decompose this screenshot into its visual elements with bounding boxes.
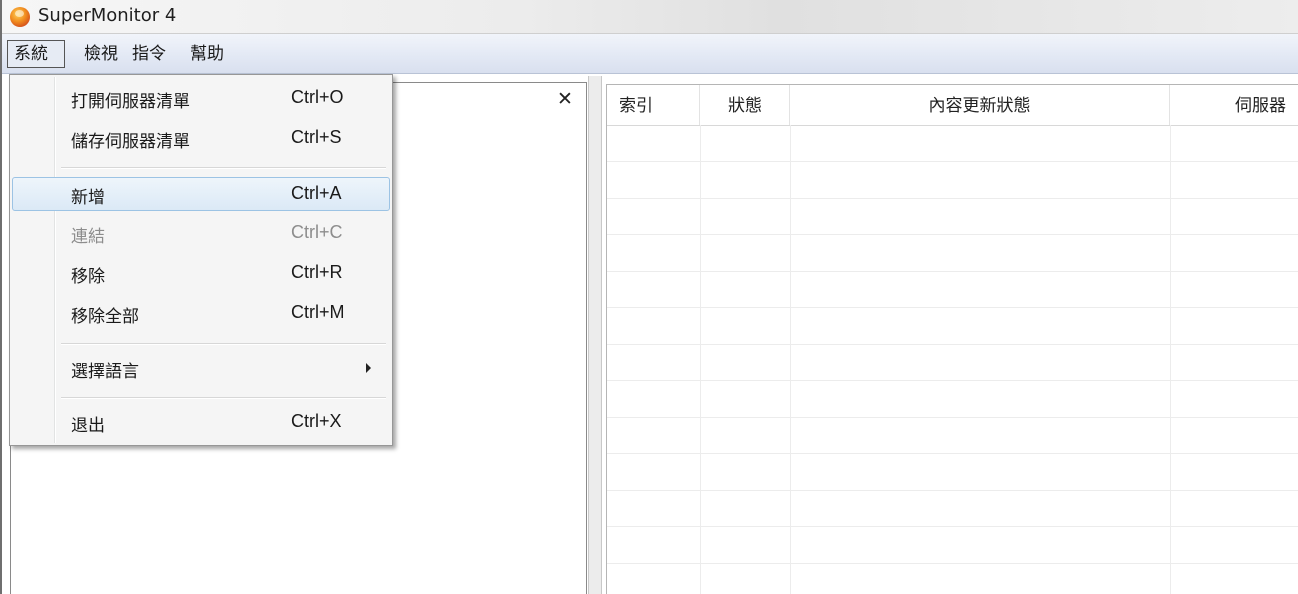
menu-item-label: 移除 [71, 267, 105, 287]
menu-separator [61, 397, 386, 399]
menu-item-connect: 連結 Ctrl+C [12, 216, 390, 250]
column-header-update-status[interactable]: 內容更新狀態 [790, 85, 1170, 125]
menu-item-shortcut: Ctrl+A [291, 183, 342, 203]
menu-item-label: 新增 [71, 188, 105, 208]
table-row-line [607, 234, 1298, 235]
menu-separator [61, 167, 386, 169]
table-header: 索引 狀態 內容更新狀態 伺服器 [607, 85, 1298, 126]
title-bar[interactable]: SuperMonitor 4 [2, 0, 1298, 34]
submenu-arrow-icon [366, 363, 371, 373]
table-row-line [607, 344, 1298, 345]
column-header-status[interactable]: 狀態 [700, 85, 790, 125]
table-row-line [607, 526, 1298, 527]
menu-item-shortcut: Ctrl+S [291, 127, 342, 147]
menu-item-label: 選擇語言 [71, 362, 139, 382]
app-logo-icon [10, 7, 30, 27]
table-row-line [607, 198, 1298, 199]
menu-item-shortcut: Ctrl+X [291, 411, 342, 431]
menu-item-shortcut: Ctrl+R [291, 262, 343, 282]
pane-splitter[interactable] [588, 76, 602, 594]
table-row-line [607, 453, 1298, 454]
menu-item-label: 儲存伺服器清單 [71, 132, 190, 152]
column-header-server[interactable]: 伺服器 [1170, 85, 1298, 125]
menu-item-remove[interactable]: 移除 Ctrl+R [12, 256, 390, 290]
table-row-line [607, 563, 1298, 564]
table-row-line [607, 380, 1298, 381]
table-row-line [607, 417, 1298, 418]
column-header-index[interactable]: 索引 [607, 85, 700, 125]
table-row-line [607, 161, 1298, 162]
menu-item-save-server-list[interactable]: 儲存伺服器清單 Ctrl+S [12, 121, 390, 155]
app-window: SuperMonitor 4 系統 檢視 指令 幫助 ✕ 索引 狀態 內容更新狀… [0, 0, 1298, 594]
menu-item-remove-all[interactable]: 移除全部 Ctrl+M [12, 296, 390, 330]
table-row-line [607, 307, 1298, 308]
menu-view[interactable]: 檢視 [79, 41, 123, 67]
menu-item-shortcut: Ctrl+C [291, 222, 343, 242]
table-row-line [607, 271, 1298, 272]
menu-item-exit[interactable]: 退出 Ctrl+X [12, 405, 390, 439]
window-title: SuperMonitor 4 [38, 5, 177, 26]
menu-item-select-language[interactable]: 選擇語言 [12, 351, 390, 385]
table-column-line [790, 125, 791, 594]
table-row-line [607, 490, 1298, 491]
server-status-table[interactable]: 索引 狀態 內容更新狀態 伺服器 [606, 84, 1298, 594]
menu-item-open-server-list[interactable]: 打開伺服器清單 Ctrl+O [12, 81, 390, 115]
menu-command[interactable]: 指令 [127, 41, 171, 67]
menu-system[interactable]: 系統 [7, 40, 65, 68]
menu-help[interactable]: 幫助 [185, 41, 229, 67]
menu-item-label: 退出 [71, 416, 105, 436]
system-menu-dropdown: 打開伺服器清單 Ctrl+O 儲存伺服器清單 Ctrl+S 新增 Ctrl+A … [9, 74, 393, 446]
menu-item-label: 連結 [71, 227, 105, 247]
menu-bar: 系統 檢視 指令 幫助 [2, 34, 1298, 74]
menu-item-add[interactable]: 新增 Ctrl+A [12, 177, 390, 211]
table-column-line [1170, 125, 1171, 594]
table-column-line [700, 125, 701, 594]
close-icon[interactable]: ✕ [557, 88, 573, 110]
menu-separator [61, 343, 386, 345]
menu-item-label: 移除全部 [71, 307, 139, 327]
menu-item-shortcut: Ctrl+O [291, 87, 344, 107]
menu-item-shortcut: Ctrl+M [291, 302, 345, 322]
menu-item-label: 打開伺服器清單 [71, 92, 190, 112]
